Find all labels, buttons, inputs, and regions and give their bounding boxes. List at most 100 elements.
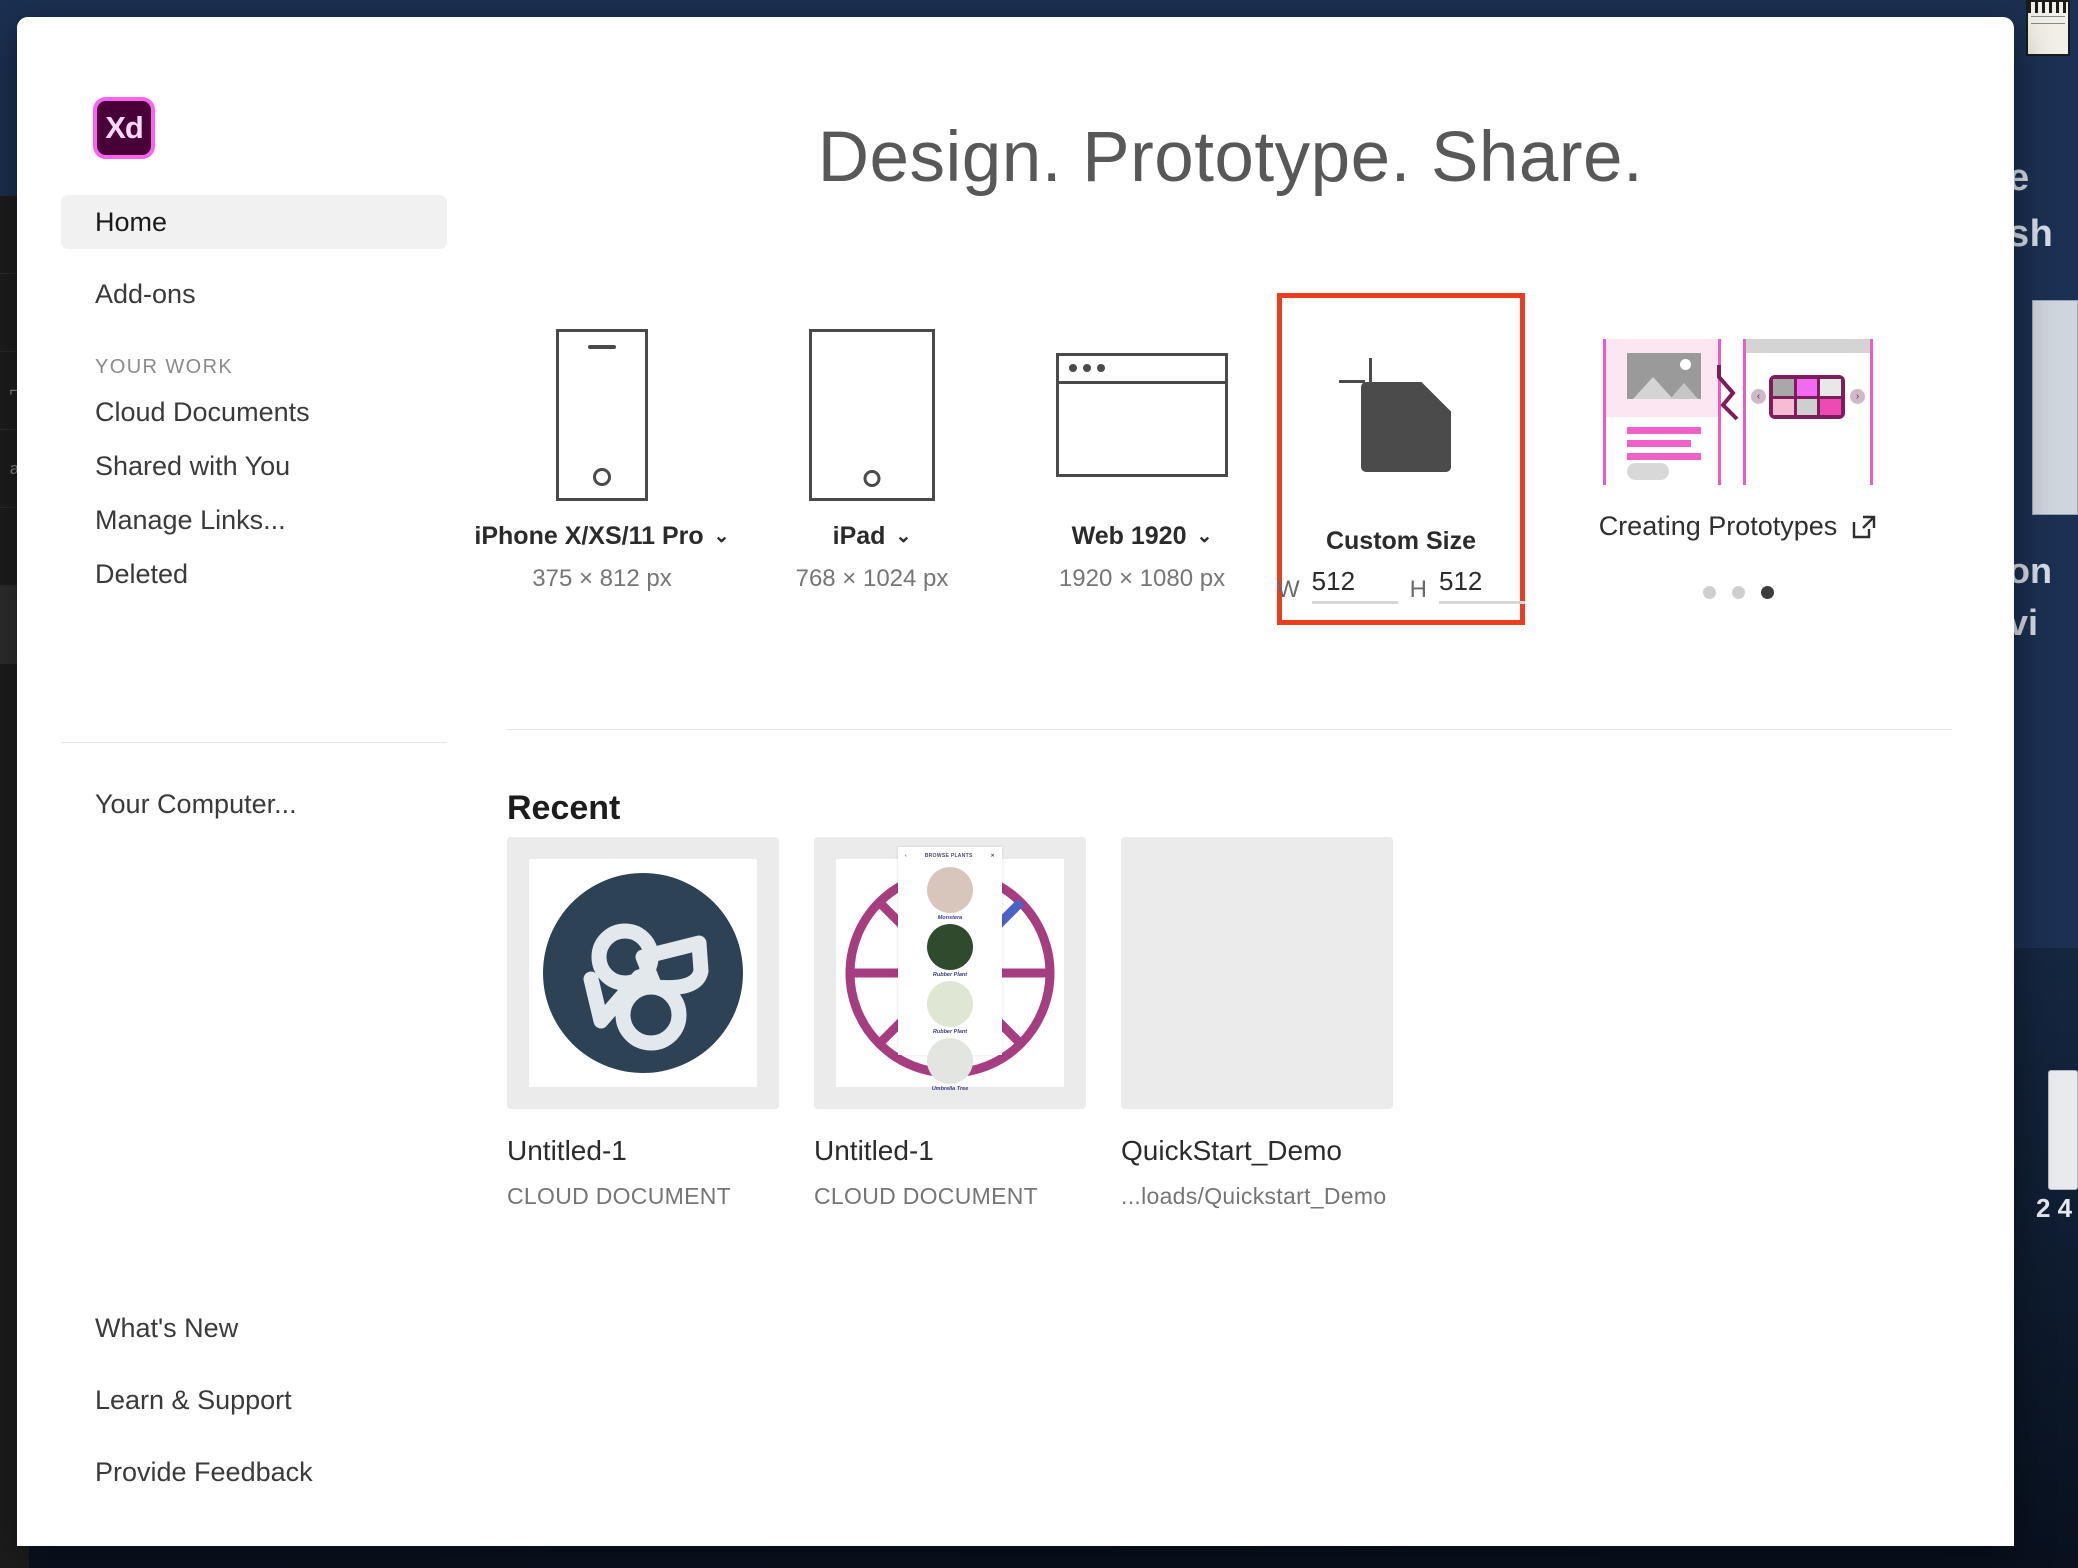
sidebar-item-provide-feedback[interactable]: Provide Feedback — [61, 1436, 447, 1508]
sidebar-item-add-ons[interactable]: Add-ons — [61, 267, 447, 321]
tablet-home-button — [863, 469, 881, 487]
notepad-rings — [2028, 2, 2068, 13]
sidebar-item-cloud-documents[interactable]: Cloud Documents — [61, 385, 447, 439]
carousel-dot-3-active[interactable] — [1760, 586, 1774, 599]
sidebar-item-label: Your Computer... — [95, 788, 297, 819]
section-divider — [507, 729, 1952, 730]
mountain-shape — [1633, 377, 1673, 399]
promo-mockup-right: ‹ › — [1743, 339, 1873, 485]
preset-dimensions: 1920 × 1080 px — [1058, 565, 1226, 592]
browser-dot — [1083, 364, 1091, 372]
sidebar: Xd Home Add-ons YOUR WORK Cloud Document… — [17, 17, 447, 1546]
chevron-down-icon[interactable]: ⌄ — [1196, 525, 1212, 548]
sidebar-item-label: Add-ons — [95, 278, 196, 309]
adobe-xd-window: Xd Home Add-ons YOUR WORK Cloud Document… — [17, 17, 2014, 1546]
phone-icon — [556, 328, 648, 501]
adobe-xd-logo-icon: Xd — [93, 97, 155, 159]
sidebar-primary-nav: Home Add-ons YOUR WORK Cloud Documents S… — [61, 195, 447, 601]
preset-ipad[interactable]: iPad ⌄ 768 × 1024 px — [737, 307, 1007, 625]
preset-art — [809, 307, 935, 522]
mockup-rail — [1743, 339, 1746, 485]
recent-file-meta: CLOUD DOCUMENT — [507, 1183, 731, 1209]
crosshair-vertical — [1369, 357, 1372, 382]
background-panel — [2048, 1070, 2078, 1190]
recent-file-name: QuickStart_Demo — [1121, 1135, 1342, 1166]
chevron-down-icon[interactable]: ⌄ — [895, 525, 911, 548]
preset-web[interactable]: Web 1920 ⌄ 1920 × 1080 px — [1007, 307, 1277, 625]
external-link-icon[interactable] — [1851, 514, 1877, 540]
sidebar-item-deleted[interactable]: Deleted — [61, 547, 447, 601]
sidebar-item-label: Home — [95, 206, 168, 237]
recent-thumbnail[interactable] — [507, 837, 779, 1109]
mockup-button — [1627, 463, 1669, 480]
carousel-dot-1[interactable] — [1702, 586, 1716, 599]
mockup-rail — [1870, 339, 1873, 485]
recent-file-card[interactable]: Untitled-1 CLOUD DOCUMENT — [507, 837, 779, 1210]
sidebar-item-your-computer[interactable]: Your Computer... — [61, 777, 447, 831]
mockup-text-line — [1627, 440, 1691, 447]
preset-iphone[interactable]: iPhone X/XS/11 Pro ⌄ 375 × 812 px — [467, 307, 737, 625]
recent-thumbnail[interactable]: ‹ BROWSE PLANTS ✕ Monstera Rubber Plant — [898, 837, 1393, 1109]
mountain-shape — [1670, 383, 1698, 399]
main-content: Design. Prototype. Share. iPhone X/XS/11… — [447, 17, 2014, 1546]
background-digits: 2 4 — [2036, 1193, 2073, 1223]
grid-cell — [1796, 398, 1818, 415]
thumbnail-canvas — [529, 859, 757, 1087]
tablet-icon — [809, 328, 935, 501]
notepad-lines — [2031, 16, 2065, 20]
xd-logo-text: Xd — [105, 110, 144, 145]
sidebar-footer-nav: What's New Learn & Support Provide Feedb… — [61, 1292, 447, 1508]
custom-size-title: Custom Size — [1325, 527, 1477, 555]
recent-file-card[interactable]: ‹ BROWSE PLANTS ✕ Monstera Rubber Plant — [898, 837, 1393, 1210]
sidebar-item-whats-new[interactable]: What's New — [61, 1292, 447, 1364]
mockup-text-line — [1627, 453, 1701, 460]
browser-window-icon — [1056, 352, 1228, 477]
butterfly-glyph-icon — [583, 923, 709, 1051]
sidebar-item-label: Provide Feedback — [95, 1456, 313, 1487]
promo-artwork: ‹ › — [1603, 339, 1873, 489]
sidebar-item-label: Shared with You — [95, 450, 291, 481]
preset-name[interactable]: Web 1920 ⌄ — [1072, 522, 1213, 551]
carousel-dot-2[interactable] — [1731, 586, 1745, 599]
background-text-fragment-2: on vi — [2008, 550, 2052, 643]
sidebar-item-label: Manage Links... — [95, 504, 286, 535]
promo-label-row[interactable]: Creating Prototypes — [1599, 511, 1878, 542]
grid-cell — [1773, 398, 1794, 415]
background-notepad-icon — [2026, 0, 2070, 56]
sidebar-item-manage-links[interactable]: Manage Links... — [61, 493, 447, 547]
preset-label: iPhone X/XS/11 Pro — [474, 522, 704, 550]
sidebar-item-learn-support[interactable]: Learn & Support — [61, 1364, 447, 1436]
preset-dimensions: 768 × 1024 px — [795, 565, 949, 592]
promo-creating-prototypes[interactable]: ‹ › Creating Prototypes — [1543, 307, 1933, 625]
carousel-indicator[interactable] — [1702, 586, 1774, 599]
width-field-group: W — [1277, 566, 1398, 604]
recent-file-name: Untitled-1 — [507, 1135, 627, 1166]
sidebar-section-your-work: YOUR WORK — [95, 356, 234, 378]
recent-files-grid: Untitled-1 CLOUD DOCUMENT Untitled-1 CLO… — [507, 837, 1393, 1210]
promo-mockup-left — [1603, 339, 1721, 485]
browser-titlebar — [1059, 356, 1225, 384]
grid-cell — [1820, 379, 1841, 396]
sidebar-item-shared-with-you[interactable]: Shared with You — [61, 439, 447, 493]
preset-label: Web 1920 — [1071, 522, 1187, 550]
custom-width-input[interactable] — [1311, 566, 1398, 604]
grid-cell — [1820, 398, 1841, 415]
height-label: H — [1409, 576, 1427, 603]
custom-size-fields: W H — [1277, 566, 1525, 604]
sidebar-divider — [61, 742, 447, 743]
page-title: Design. Prototype. Share. — [817, 118, 1644, 197]
mockup-rail — [1603, 339, 1606, 485]
preset-art — [556, 307, 648, 522]
preset-name[interactable]: iPad ⌄ — [833, 522, 912, 551]
chevron-down-icon[interactable]: ⌄ — [714, 525, 730, 548]
sun-dot — [1680, 359, 1691, 370]
custom-height-input[interactable] — [1439, 566, 1525, 604]
preset-custom-size[interactable]: Custom Size W H — [1277, 293, 1525, 625]
preset-name[interactable]: iPhone X/XS/11 Pro ⌄ — [474, 522, 729, 551]
carousel-next-icon: › — [1850, 389, 1865, 404]
custom-document-icon — [1339, 357, 1451, 472]
recent-heading: Recent — [507, 789, 621, 827]
sidebar-item-home[interactable]: Home — [61, 195, 447, 249]
